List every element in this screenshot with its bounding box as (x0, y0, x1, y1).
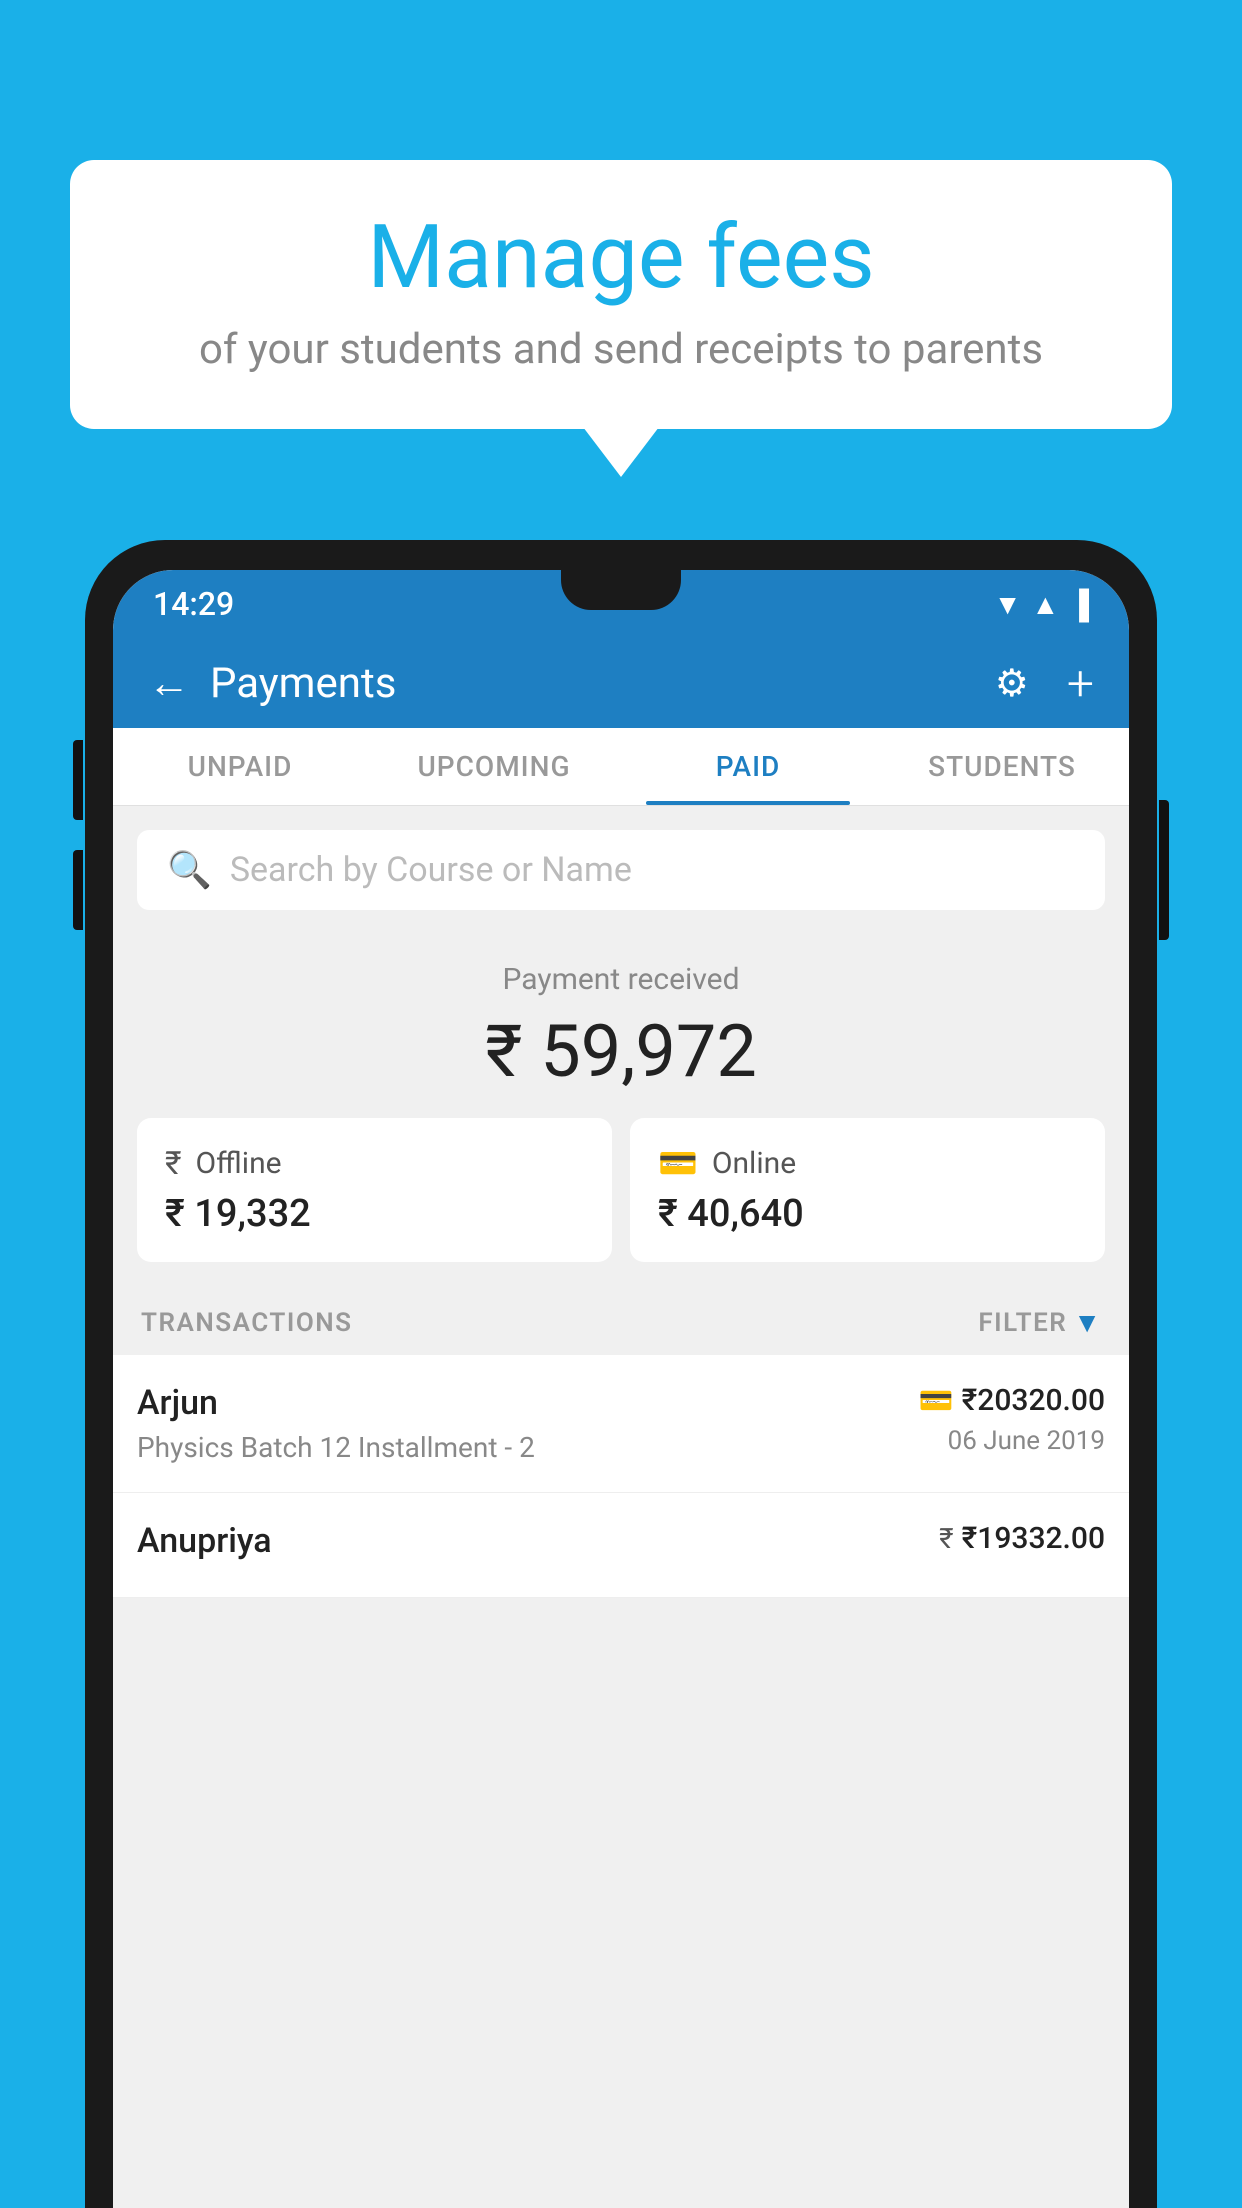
table-row[interactable]: Anupriya ₹ ₹19332.00 (113, 1493, 1129, 1598)
online-amount: ₹ 40,640 (658, 1192, 1077, 1236)
online-payment-card: 💳 Online ₹ 40,640 (630, 1118, 1105, 1262)
signal-icon: ▲ (1031, 588, 1059, 621)
transactions-list: Arjun Physics Batch 12 Installment - 2 💳… (113, 1355, 1129, 1598)
transaction-name: Arjun (137, 1383, 535, 1423)
transaction-name: Anupriya (137, 1521, 272, 1561)
add-button[interactable]: + (1067, 655, 1094, 712)
payment-cards-row: ₹ Offline ₹ 19,332 💳 Online ₹ 40,640 (137, 1118, 1105, 1286)
tab-unpaid[interactable]: UNPAID (113, 728, 367, 805)
tab-students[interactable]: STUDENTS (875, 728, 1129, 805)
speech-bubble: Manage fees of your students and send re… (70, 160, 1172, 429)
transaction-left-anupriya: Anupriya (137, 1521, 272, 1569)
battery-icon: ▐ (1069, 588, 1089, 621)
payment-received-section: Payment received ₹ 59,972 (137, 934, 1105, 1118)
online-label: Online (712, 1146, 796, 1181)
settings-icon[interactable]: ⚙ (995, 661, 1029, 706)
table-row[interactable]: Arjun Physics Batch 12 Installment - 2 💳… (113, 1355, 1129, 1493)
offline-amount: ₹ 19,332 (165, 1192, 584, 1236)
filter-icon: ▼ (1073, 1306, 1101, 1339)
transaction-date: 06 June 2019 (919, 1426, 1105, 1456)
speech-bubble-container: Manage fees of your students and send re… (70, 160, 1172, 429)
filter-label: FILTER (978, 1308, 1067, 1338)
transaction-right-anupriya: ₹ ₹19332.00 (939, 1521, 1105, 1564)
phone-frame: 14:29 ▼ ▲ ▐ ← Payments ⚙ + UNPAID UPCOMI… (85, 540, 1157, 2208)
transaction-card-icon-offline: ₹ (939, 1522, 953, 1555)
offline-icon: ₹ (165, 1144, 182, 1182)
payment-received-amount: ₹ 59,972 (137, 1009, 1105, 1094)
back-button[interactable]: ← (148, 659, 190, 708)
search-icon: 🔍 (167, 849, 212, 891)
phone-side-button-vol-down (73, 850, 83, 930)
transaction-left-arjun: Arjun Physics Batch 12 Installment - 2 (137, 1383, 535, 1464)
sub-title: of your students and send receipts to pa… (130, 325, 1112, 374)
offline-payment-card: ₹ Offline ₹ 19,332 (137, 1118, 612, 1262)
transaction-detail: Physics Batch 12 Installment - 2 (137, 1431, 535, 1464)
tab-paid[interactable]: PAID (621, 728, 875, 805)
offline-label: Offline (196, 1146, 282, 1181)
transaction-amount: ₹20320.00 (962, 1383, 1105, 1418)
transactions-header: TRANSACTIONS FILTER ▼ (137, 1286, 1105, 1355)
transaction-right-arjun: 💳 ₹20320.00 06 June 2019 (919, 1383, 1105, 1456)
online-icon: 💳 (658, 1144, 698, 1182)
search-input[interactable]: Search by Course or Name (230, 850, 632, 890)
content-area: 🔍 Search by Course or Name Payment recei… (113, 806, 1129, 1355)
page-title: Payments (210, 659, 975, 708)
phone-side-button-power (1159, 800, 1169, 940)
status-time: 14:29 (153, 585, 234, 623)
transaction-amount: ₹19332.00 (962, 1521, 1105, 1556)
phone-screen: 14:29 ▼ ▲ ▐ ← Payments ⚙ + UNPAID UPCOMI… (113, 570, 1129, 2208)
filter-control[interactable]: FILTER ▼ (978, 1306, 1101, 1339)
status-icons: ▼ ▲ ▐ (994, 588, 1089, 621)
app-header: ← Payments ⚙ + (113, 638, 1129, 728)
search-bar[interactable]: 🔍 Search by Course or Name (137, 830, 1105, 910)
main-title: Manage fees (130, 210, 1112, 307)
phone-notch (561, 570, 681, 610)
transactions-label: TRANSACTIONS (141, 1308, 353, 1338)
phone-side-button-vol-up (73, 740, 83, 820)
transaction-card-icon: 💳 (919, 1384, 954, 1417)
payment-received-label: Payment received (137, 962, 1105, 997)
wifi-icon: ▼ (994, 588, 1022, 621)
tabs-bar: UNPAID UPCOMING PAID STUDENTS (113, 728, 1129, 806)
tab-upcoming[interactable]: UPCOMING (367, 728, 621, 805)
